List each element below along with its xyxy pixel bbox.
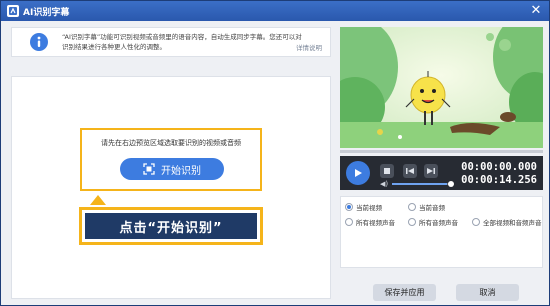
- radio-selected-dot: [347, 205, 351, 209]
- option-label: 当前视频: [356, 204, 382, 212]
- volume-fill: [392, 183, 448, 185]
- app-window: AI识别字幕 ✕ “AI识别字幕”功能可识别视频或音频里的语音内容，自动生成同步…: [0, 0, 550, 306]
- volume-icon[interactable]: ◀): [380, 180, 388, 188]
- prompt-text: 请先在右边预览区域选取要识别的视频或音频: [101, 139, 241, 147]
- total-time: 00:00:14.256: [461, 174, 537, 186]
- play-button[interactable]: [346, 161, 370, 185]
- option-current-video[interactable]: 当前视频: [345, 202, 382, 212]
- start-recognition-label: 开始识别: [161, 165, 201, 177]
- audio-source-options: 当前视频 当前音频 所有视频声音 所有音频声音 全部视频和音频声音: [340, 196, 543, 268]
- next-frame-button[interactable]: [424, 164, 438, 178]
- callout-text: 点击“开始识别”: [85, 213, 257, 239]
- app-logo-icon: [7, 5, 19, 17]
- recognition-panel: 请先在右边预览区域选取要识别的视频或音频 开始识别 点击“开始识别”: [11, 76, 331, 299]
- info-notice: “AI识别字幕”功能可识别视频或音频里的语音内容，自动生成同步字幕。您还可以对识…: [11, 27, 331, 57]
- option-all-video-and-audio[interactable]: 全部视频和音频声音: [472, 217, 542, 227]
- option-all-audio-sound[interactable]: 所有音频声音: [408, 217, 458, 227]
- save-apply-button[interactable]: 保存并应用: [373, 284, 436, 301]
- player-controls: ◀) 00:00:00.000 00:00:14.256: [340, 156, 543, 190]
- radio-button[interactable]: [472, 218, 480, 226]
- volume-slider[interactable]: [392, 183, 450, 185]
- previous-icon: [406, 168, 414, 174]
- option-label: 当前音频: [419, 204, 445, 212]
- radio-button[interactable]: [345, 203, 353, 211]
- callout-arrow: [90, 195, 106, 205]
- window-title: AI识别字幕: [23, 7, 70, 18]
- current-time: 00:00:00.000: [461, 161, 537, 173]
- notice-text: “AI识别字幕”功能可识别视频或音频里的语音内容，自动生成同步字幕。您还可以对识…: [62, 33, 302, 51]
- scan-icon: [143, 163, 155, 175]
- cancel-button[interactable]: 取消: [456, 284, 519, 301]
- stop-icon: [384, 168, 390, 174]
- play-icon: [355, 169, 362, 177]
- radio-button[interactable]: [345, 218, 353, 226]
- start-recognition-button[interactable]: 开始识别: [120, 158, 224, 180]
- option-current-audio[interactable]: 当前音频: [408, 202, 445, 212]
- title-bar: AI识别字幕 ✕: [1, 1, 549, 21]
- info-icon: [30, 33, 48, 51]
- option-label: 所有视频声音: [356, 219, 395, 227]
- callout-box: 点击“开始识别”: [79, 207, 263, 245]
- close-icon[interactable]: ✕: [529, 4, 543, 18]
- option-label: 所有音频声音: [419, 219, 458, 227]
- option-label: 全部视频和音频声音: [483, 219, 542, 227]
- prompt-highlight-box: 请先在右边预览区域选取要识别的视频或音频 开始识别: [80, 128, 262, 191]
- volume-knob[interactable]: [448, 181, 454, 187]
- stop-button[interactable]: [380, 164, 394, 178]
- radio-button[interactable]: [408, 218, 416, 226]
- detail-link[interactable]: 详情说明: [296, 42, 322, 52]
- previous-frame-button[interactable]: [403, 164, 417, 178]
- playback-progress-bar[interactable]: [340, 150, 543, 153]
- video-preview: [340, 27, 543, 148]
- next-icon: [427, 168, 435, 174]
- option-all-video-sound[interactable]: 所有视频声音: [345, 217, 395, 227]
- radio-button[interactable]: [408, 203, 416, 211]
